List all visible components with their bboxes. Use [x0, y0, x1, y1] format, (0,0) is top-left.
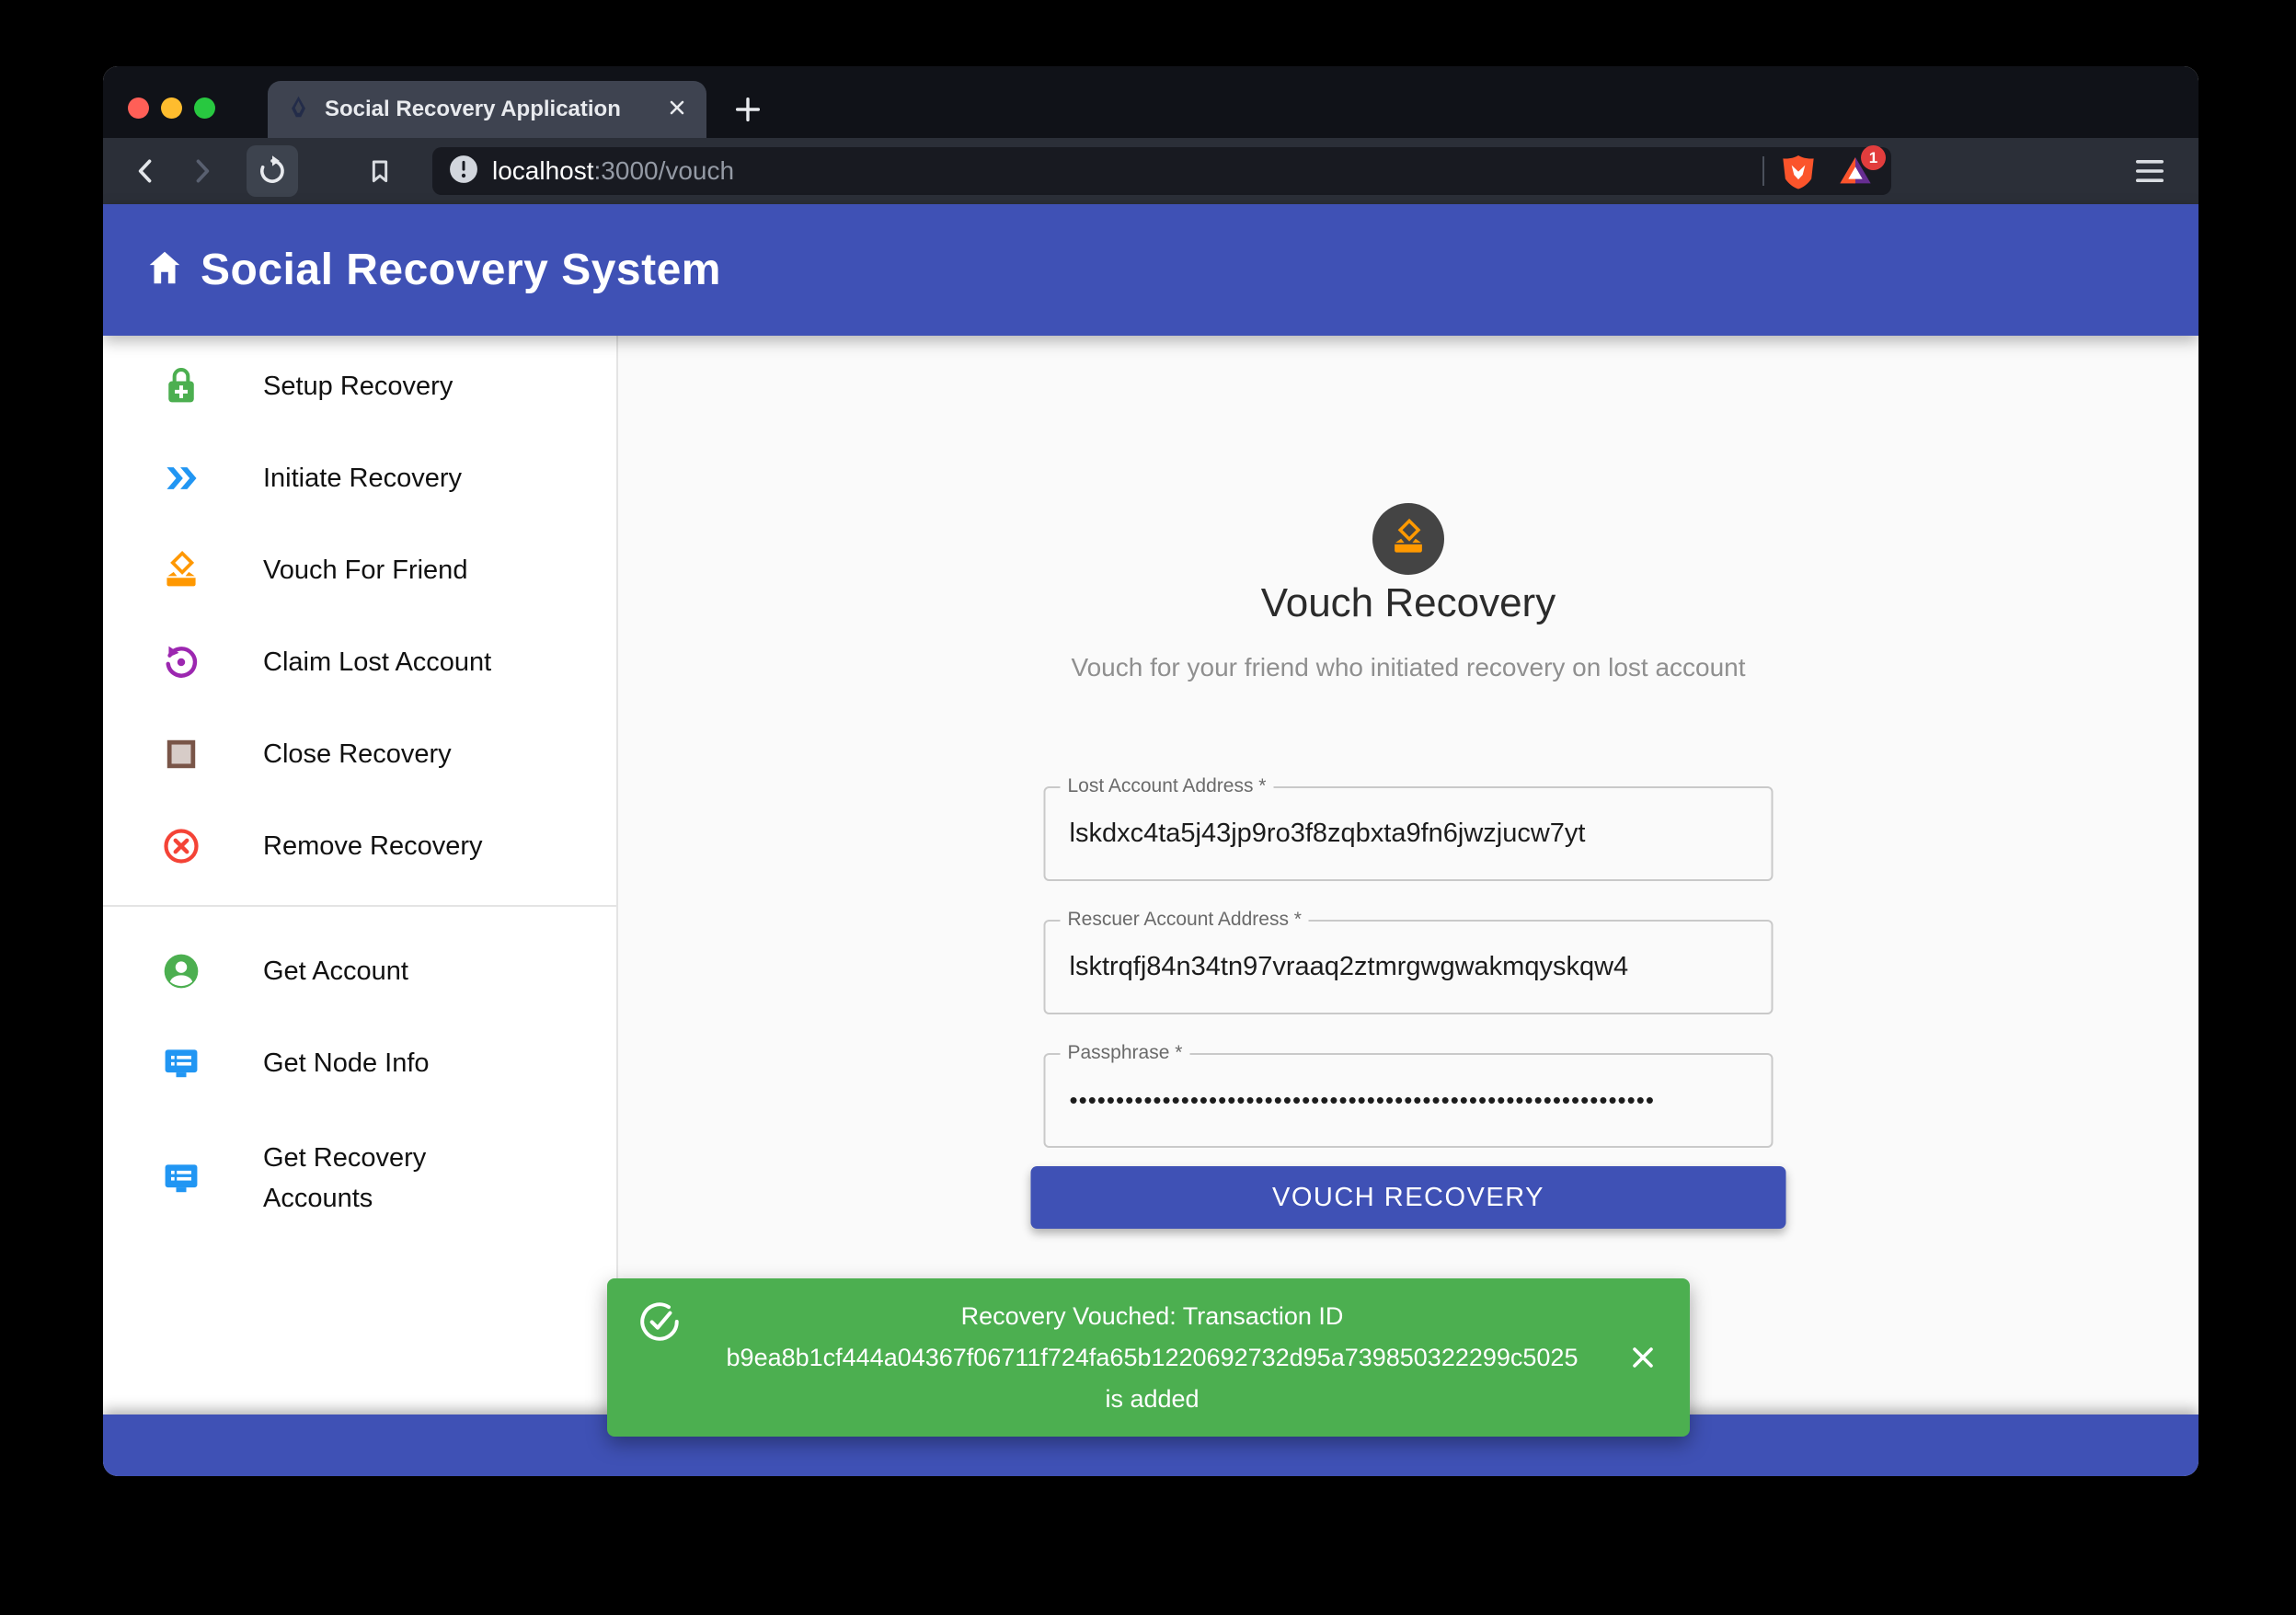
sidebar-item-label: Setup Recovery [263, 366, 453, 407]
rescuer-account-address-input[interactable] [1068, 922, 1750, 1013]
double-arrow-icon [160, 457, 202, 499]
url-bar[interactable]: localhost:3000/vouch 1 [432, 147, 1891, 195]
snackbar-transaction-id: b9ea8b1cf444a04367f06711f724fa65b1220692… [692, 1337, 1613, 1379]
passphrase-input[interactable] [1068, 1055, 1750, 1146]
close-window-button[interactable] [128, 97, 149, 119]
snackbar-line3: is added [692, 1379, 1613, 1420]
vote-icon [1389, 518, 1428, 561]
sidebar-item-close-recovery[interactable]: Close Recovery [103, 708, 616, 800]
sidebar: Setup Recovery Initiate Recovery [103, 336, 618, 1415]
rescuer-account-address-field: Rescuer Account Address * [1044, 920, 1774, 1014]
app-header: Social Recovery System [103, 204, 2198, 336]
sidebar-item-label: Initiate Recovery [263, 458, 462, 498]
lisk-favicon-icon [286, 95, 311, 124]
bookmark-icon[interactable] [359, 150, 401, 192]
cancel-icon [160, 825, 202, 867]
tab-title: Social Recovery Application [325, 97, 666, 122]
minimize-window-button[interactable] [161, 97, 182, 119]
new-tab-button[interactable] [727, 88, 769, 131]
rewards-badge: 1 [1861, 145, 1886, 170]
sidebar-item-label: Get Account [263, 951, 408, 991]
divider [1762, 156, 1764, 186]
restore-icon [160, 641, 202, 683]
maximize-window-button[interactable] [194, 97, 215, 119]
menu-icon[interactable] [2129, 150, 2171, 192]
sidebar-item-label: Get Recovery Accounts [263, 1138, 539, 1219]
site-info-icon[interactable] [449, 155, 478, 189]
avatar [1372, 503, 1444, 575]
snackbar-line1: Recovery Vouched: Transaction ID [692, 1296, 1613, 1337]
snackbar-message: Recovery Vouched: Transaction ID b9ea8b1… [683, 1296, 1622, 1420]
browser-window: Social Recovery Application [103, 66, 2198, 1476]
brave-rewards-icon[interactable]: 1 [1836, 152, 1875, 190]
passphrase-field: Passphrase * [1044, 1053, 1774, 1148]
forward-button[interactable] [180, 150, 223, 192]
reload-button[interactable] [247, 145, 298, 197]
back-button[interactable] [125, 150, 167, 192]
content-area: Setup Recovery Initiate Recovery [103, 336, 2198, 1415]
sidebar-item-vouch-for-friend[interactable]: Vouch For Friend [103, 524, 616, 616]
brave-shields-icon[interactable] [1779, 152, 1818, 190]
sidebar-item-claim-lost-account[interactable]: Claim Lost Account [103, 616, 616, 708]
vouch-recovery-button[interactable]: VOUCH RECOVERY [1031, 1166, 1786, 1229]
browser-toolbar: localhost:3000/vouch 1 [103, 138, 2198, 204]
lost-account-address-field: Lost Account Address * [1044, 786, 1774, 881]
sidebar-item-initiate-recovery[interactable]: Initiate Recovery [103, 432, 616, 524]
success-snackbar: Recovery Vouched: Transaction ID b9ea8b1… [607, 1278, 1690, 1437]
sidebar-item-get-account[interactable]: Get Account [103, 925, 616, 1017]
page-title: Vouch Recovery [618, 580, 2198, 626]
sidebar-item-get-node-info[interactable]: Get Node Info [103, 1017, 616, 1109]
page-subtitle: Vouch for your friend who initiated reco… [1054, 645, 1762, 691]
app-title: Social Recovery System [201, 245, 721, 295]
sidebar-item-remove-recovery[interactable]: Remove Recovery [103, 800, 616, 892]
check-circle-icon [637, 1299, 683, 1349]
sidebar-divider [103, 905, 616, 907]
vote-icon [160, 549, 202, 591]
sidebar-item-label: Vouch For Friend [263, 550, 467, 590]
sidebar-item-label: Close Recovery [263, 734, 452, 774]
lost-account-address-input[interactable] [1068, 788, 1750, 879]
home-icon[interactable] [144, 246, 186, 293]
main-panel: Vouch Recovery Vouch for your friend who… [618, 336, 2198, 1415]
sidebar-item-label: Get Node Info [263, 1043, 430, 1083]
url-text: localhost:3000/vouch [492, 156, 1748, 186]
dvr-icon [160, 1157, 202, 1199]
snackbar-close-icon[interactable] [1622, 1336, 1664, 1379]
sidebar-item-label: Claim Lost Account [263, 642, 491, 682]
lock-plus-icon [160, 365, 202, 407]
browser-tab[interactable]: Social Recovery Application [268, 81, 706, 138]
sidebar-item-get-recovery-accounts[interactable]: Get Recovery Accounts [103, 1109, 616, 1247]
titlebar: Social Recovery Application [103, 66, 2198, 138]
stop-icon [160, 733, 202, 775]
tab-close-icon[interactable] [666, 97, 688, 123]
account-circle-icon [160, 950, 202, 992]
sidebar-item-label: Remove Recovery [263, 826, 483, 866]
dvr-icon [160, 1042, 202, 1084]
sidebar-item-setup-recovery[interactable]: Setup Recovery [103, 340, 616, 432]
